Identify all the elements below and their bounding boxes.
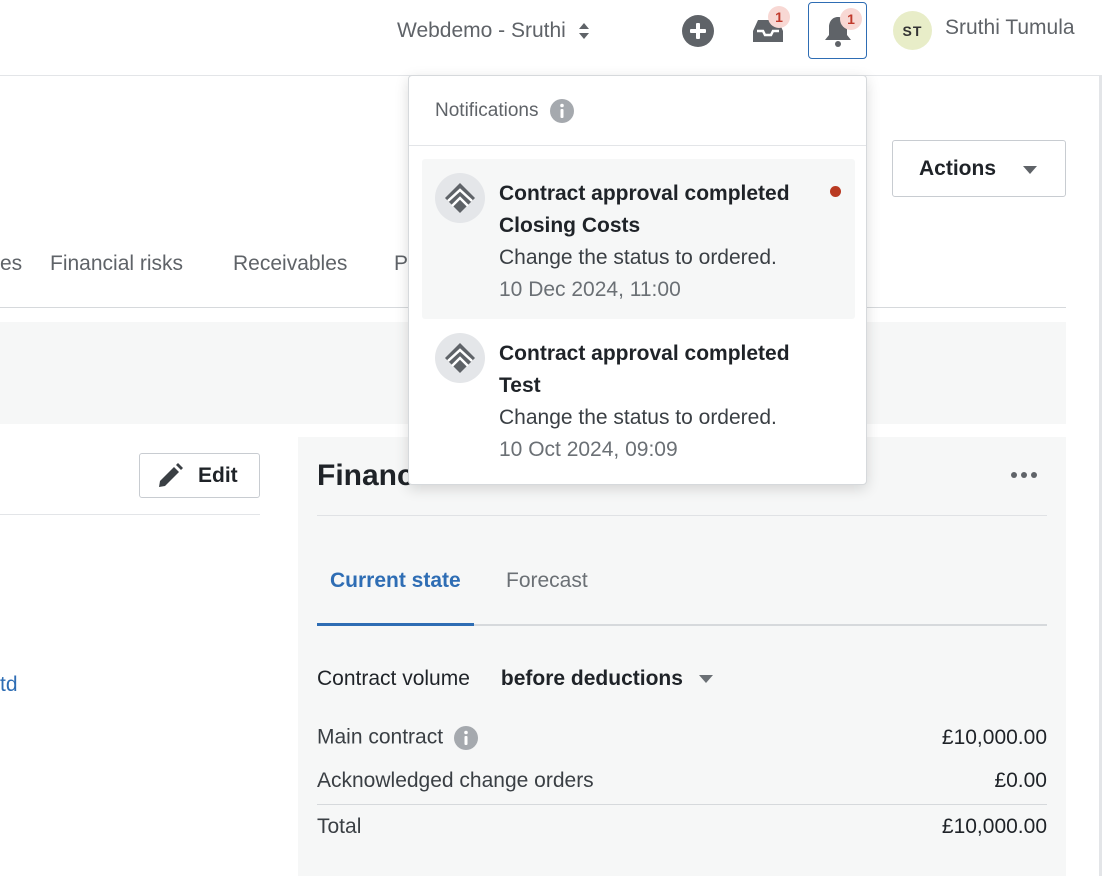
notification-text: Contract approval completed Test Change … xyxy=(499,338,790,466)
deductions-select[interactable]: before deductions xyxy=(501,667,713,691)
notification-text: Contract approval completed Closing Cost… xyxy=(499,178,790,306)
info-icon[interactable] xyxy=(453,725,479,751)
workspace-switcher[interactable]: Webdemo - Sruthi xyxy=(397,16,590,46)
notification-subject: Test xyxy=(499,374,541,397)
notifications-dropdown: Notifications Contract approval complete… xyxy=(408,75,867,485)
info-icon[interactable] xyxy=(549,98,575,124)
row-value: £0.00 xyxy=(994,769,1047,792)
dot-icon xyxy=(1011,472,1017,478)
row-label-wrap: Main contract xyxy=(317,725,479,751)
total-row: Total £10,000.00 xyxy=(317,815,1047,839)
user-name[interactable]: Sruthi Tumula xyxy=(945,16,1075,40)
contract-volume-row: Contract volume before deductions xyxy=(317,667,713,691)
notifications-header: Notifications xyxy=(409,76,866,146)
notification-item[interactable]: Contract approval completed Test Change … xyxy=(422,319,855,479)
tab-partial[interactable]: es xyxy=(0,252,22,276)
workspace-name: Webdemo - Sruthi xyxy=(397,19,566,42)
row-label: Main contract xyxy=(317,725,444,749)
app-logo-icon xyxy=(435,173,485,223)
row-value: £10,000.00 xyxy=(941,726,1047,749)
sort-arrows-icon xyxy=(578,20,590,42)
actions-button[interactable]: Actions xyxy=(892,140,1066,197)
tab-receivables[interactable]: Receivables xyxy=(233,252,347,276)
amount-row: Main contract £10,000.00 xyxy=(317,725,1047,751)
divider xyxy=(317,515,1047,516)
notification-subject: Closing Costs xyxy=(499,214,641,237)
inbox-badge: 1 xyxy=(768,6,790,28)
row-value: £10,000.00 xyxy=(941,815,1047,838)
row-label: Total xyxy=(317,815,362,838)
tab-current-state[interactable]: Current state xyxy=(317,569,474,626)
notifications-badge: 1 xyxy=(840,8,862,30)
notification-message: Change the status to ordered. xyxy=(499,246,777,269)
more-options-button[interactable] xyxy=(1008,463,1040,487)
amount-row: Acknowledged change orders £0.00 xyxy=(317,769,1047,793)
tab-financial-risks[interactable]: Financial risks xyxy=(50,252,183,276)
inbox-button[interactable]: 1 xyxy=(748,6,790,50)
top-bar: Webdemo - Sruthi 1 1 ST Sruthi Tumula xyxy=(0,0,1102,76)
company-link[interactable]: td xyxy=(0,673,18,697)
caret-down-icon xyxy=(698,675,713,683)
create-button[interactable] xyxy=(680,13,716,49)
notification-message: Change the status to ordered. xyxy=(499,406,777,429)
edit-label: Edit xyxy=(198,463,238,487)
app-logo-icon xyxy=(435,333,485,383)
tab-forecast[interactable]: Forecast xyxy=(493,569,601,626)
caret-down-icon xyxy=(1023,166,1037,174)
finance-tabs: Current state Forecast xyxy=(317,559,1047,626)
notification-title: Contract approval completed xyxy=(499,182,790,205)
row-label: Acknowledged change orders xyxy=(317,769,594,792)
user-avatar[interactable]: ST xyxy=(893,11,932,50)
tab-partial-p[interactable]: P xyxy=(394,252,408,276)
notification-time: 10 Oct 2024, 09:09 xyxy=(499,438,678,461)
notifications-title: Notifications xyxy=(435,99,539,121)
notifications-button[interactable]: 1 xyxy=(808,2,867,59)
edit-button[interactable]: Edit xyxy=(139,453,260,498)
actions-label: Actions xyxy=(919,156,997,180)
divider xyxy=(317,804,1047,805)
notification-title: Contract approval completed xyxy=(499,342,790,365)
panel-title: Financ xyxy=(317,459,414,492)
unread-dot-icon[interactable] xyxy=(830,186,841,197)
deductions-select-value: before deductions xyxy=(500,667,683,690)
notification-item[interactable]: Contract approval completed Closing Cost… xyxy=(422,159,855,319)
pencil-icon xyxy=(159,462,183,487)
divider xyxy=(0,514,260,515)
dot-icon xyxy=(1021,472,1027,478)
notification-time: 10 Dec 2024, 11:00 xyxy=(499,278,681,301)
plus-circle-icon xyxy=(682,15,714,47)
contract-volume-label: Contract volume xyxy=(317,667,470,690)
financial-overview-panel: Financ Current state Forecast Contract v… xyxy=(298,437,1066,876)
dot-icon xyxy=(1031,472,1037,478)
